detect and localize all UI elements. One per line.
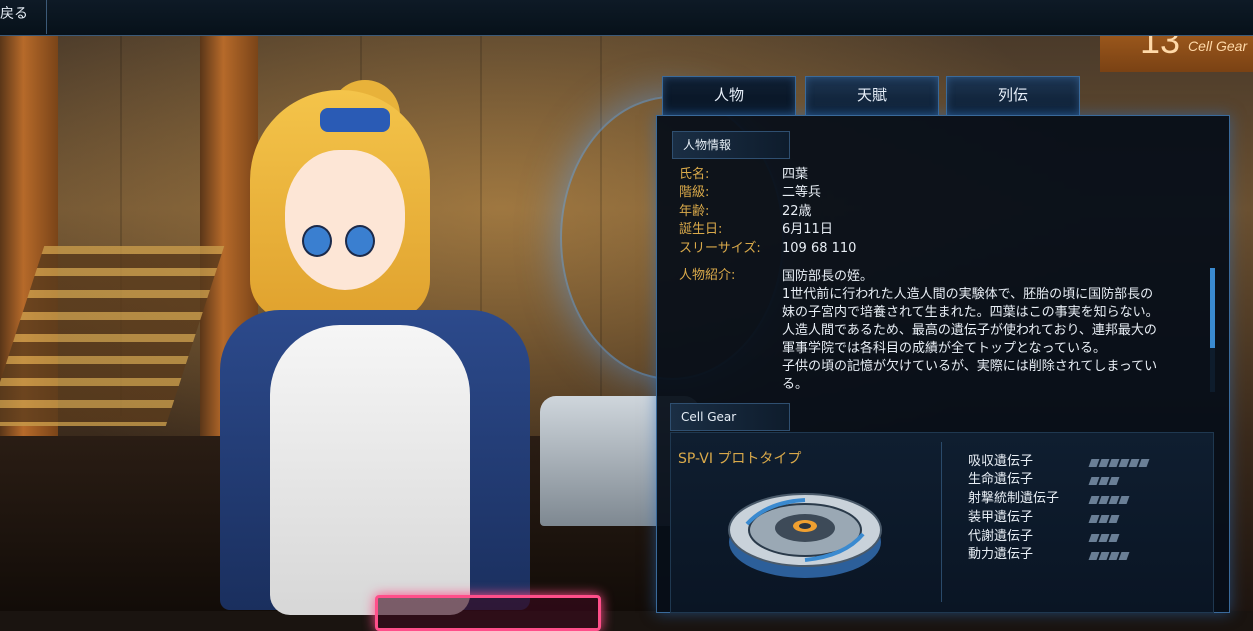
bio-line: 軍事学院では各科目の成績が全てトップとなっている。 xyxy=(782,341,1106,356)
gene-row-life: 生命遺伝子 xyxy=(968,472,1034,487)
bio-line: 妹の子宮内で培養されて生まれた。四葉はこの事実を知らない。 xyxy=(782,305,1159,320)
sign-text: Cell Gear xyxy=(1188,38,1248,54)
profile-section-header: 人物情報 xyxy=(672,131,790,159)
cell-gear-icon xyxy=(728,493,882,578)
gene-row-metabolism: 代謝遺伝子 xyxy=(968,529,1034,544)
gene-level-bar xyxy=(1088,552,1130,560)
gear-divider xyxy=(941,442,942,602)
bio-label: 人物紹介: xyxy=(679,268,736,283)
gear-name: SP-VI プロトタイプ xyxy=(678,451,802,467)
gene-level-bar xyxy=(1088,515,1120,523)
character-face xyxy=(285,150,405,290)
gene-level-bar xyxy=(1088,477,1120,485)
bio-line: 人造人間であるため、最高の遺伝子が使われており、連邦最大の xyxy=(782,323,1157,338)
gene-level-segment xyxy=(1138,459,1150,467)
info-value: 6月11日 xyxy=(782,222,833,237)
info-value: 109 68 110 xyxy=(782,241,857,256)
gene-level-segment xyxy=(1108,515,1120,523)
gene-row-armor: 装甲遺伝子 xyxy=(968,510,1034,525)
bio-scrollbar[interactable] xyxy=(1210,268,1215,392)
character-eye xyxy=(345,225,375,257)
gene-level-bar xyxy=(1088,496,1130,504)
bio-scroll-thumb[interactable] xyxy=(1210,268,1215,348)
gene-level-segment xyxy=(1118,496,1130,504)
bio-text: 国防部長の姪。 1世代前に行われた人造人間の実験体で、胚胎の頃に国防部長の 妹の… xyxy=(782,268,1212,392)
bio-line: 国防部長の姪。 xyxy=(782,269,874,284)
gene-level-segment xyxy=(1108,534,1120,542)
info-label: 年齢: xyxy=(679,204,710,219)
tab-profile[interactable]: 人物 xyxy=(662,76,796,116)
info-value: 四葉 xyxy=(782,167,809,182)
info-value: 22歳 xyxy=(782,204,812,219)
character-eye xyxy=(302,225,332,257)
character-hair-bow xyxy=(320,108,390,132)
bio-line: 1世代前に行われた人造人間の実験体で、胚胎の頃に国防部長の xyxy=(782,287,1154,302)
cell-gear-section-header: Cell Gear xyxy=(670,403,790,431)
info-label: 氏名: xyxy=(679,167,710,182)
top-bar: 戻る xyxy=(0,0,1253,36)
gene-row-absorption: 吸収遺伝子 xyxy=(968,454,1034,469)
tab-talent[interactable]: 天賦 xyxy=(805,76,939,116)
info-value: 二等兵 xyxy=(782,185,822,200)
info-label: スリーサイズ: xyxy=(679,241,761,256)
info-label: 階級: xyxy=(679,185,710,200)
gene-row-power: 動力遺伝子 xyxy=(968,547,1034,562)
bio-line: 子供の頃の記憶が欠けているが、実際には削除されてしまってい xyxy=(782,359,1158,374)
pink-action-button[interactable] xyxy=(375,595,601,631)
gene-level-segment xyxy=(1118,552,1130,560)
gene-row-fire-control: 射撃統制遺伝子 xyxy=(968,491,1060,506)
character-bodysuit xyxy=(270,325,470,615)
gene-level-bar xyxy=(1088,534,1120,542)
character-portrait xyxy=(210,80,540,615)
bio-line: る。 xyxy=(782,377,809,392)
gene-level-bar xyxy=(1088,459,1150,467)
tab-biography[interactable]: 列伝 xyxy=(946,76,1080,116)
gene-level-segment xyxy=(1108,477,1120,485)
back-button[interactable]: 戻る xyxy=(0,0,47,34)
info-label: 誕生日: xyxy=(679,222,723,237)
